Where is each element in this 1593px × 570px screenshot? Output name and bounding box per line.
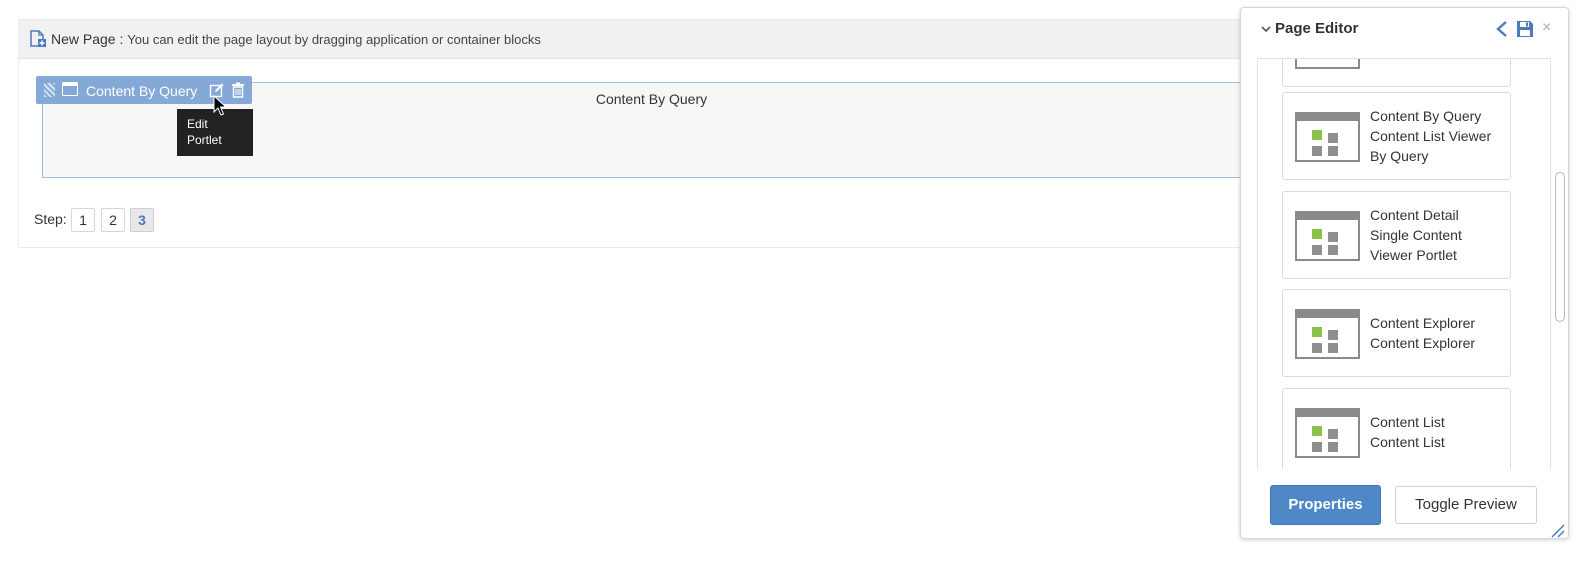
application-description: Content List Viewer [1370,128,1492,144]
application-label: Content Explorer Content Explorer [1370,290,1504,376]
application-name: Content By Query [1370,108,1482,124]
thumbnail-square [1328,343,1338,353]
scrollbar-thumb[interactable] [1555,172,1565,322]
drag-handle-icon[interactable] [44,83,55,97]
application-description: Viewer Portlet [1370,247,1457,263]
thumbnail-square [1328,146,1338,156]
thumbnail-square [1312,245,1322,255]
toggle-preview-button[interactable]: Toggle Preview [1395,486,1537,524]
application-name: Content Explorer [1370,315,1476,331]
page-header-text: New Page : You can edit the page layout … [51,31,541,47]
application-thumbnail-icon [1295,211,1360,261]
thumbnail-square [1312,327,1322,337]
delete-portlet-icon[interactable] [231,82,245,98]
application-description: By Query [1370,148,1429,164]
portlet-toolbar-label: Content By Query [86,83,198,99]
application-description: Content Explorer [1370,335,1476,351]
page-editor-header: Page Editor × [1241,8,1568,50]
thumbnail-square [1312,343,1322,353]
application-list-scrollbar[interactable] [1555,58,1567,469]
thumbnail-square [1328,133,1338,143]
application-thumbnail-icon [1295,59,1360,69]
application-label: Content List Content List [1370,389,1504,469]
thumbnail-square [1328,429,1338,439]
save-icon[interactable] [1516,20,1534,38]
step-button-2[interactable]: 2 [101,208,125,232]
mouse-cursor-icon [213,95,227,116]
step-label: Step: [34,211,67,227]
page-header: New Page : You can edit the page layout … [19,20,1259,59]
thumbnail-square [1328,245,1338,255]
back-arrow-icon[interactable] [1495,20,1509,38]
new-page-icon [30,30,46,47]
thumbnail-square [1312,442,1322,452]
resize-handle-icon[interactable] [1549,522,1565,538]
application-item-content-list[interactable]: Content List Content List [1282,388,1511,469]
thumbnail-square [1328,330,1338,340]
thumbnail-square [1312,426,1322,436]
tooltip-line-1: Edit [187,117,208,131]
application-thumbnail-icon [1295,309,1360,359]
window-dots-icon [1340,114,1356,127]
application-item-content-explorer[interactable]: Content Explorer Content Explorer [1282,289,1511,377]
application-label: Content By Query Content List Viewer By … [1370,93,1504,179]
thumbnail-square [1328,232,1338,242]
window-dots-icon [1340,213,1356,226]
step-button-1[interactable]: 1 [71,208,95,232]
thumbnail-square [1328,442,1338,452]
step-button-3[interactable]: 3 [130,208,154,232]
window-dots-icon [1340,311,1356,324]
application-thumbnail-icon [1295,408,1360,458]
window-dots-icon [1340,410,1356,423]
page-header-description: You can edit the page layout by dragging… [127,32,541,47]
header-separator: : [115,31,128,47]
page-editor-panel: Page Editor × Content By Query Content L… [1240,7,1569,539]
page-editor-title: Page Editor [1275,20,1359,37]
application-window-icon [62,82,78,96]
tooltip-line-2: Portlet [187,133,222,147]
application-name: Content Detail [1370,207,1459,223]
application-description: Single Content [1370,227,1462,243]
application-item-content-detail[interactable]: Content Detail Single Content Viewer Por… [1282,191,1511,279]
close-icon[interactable]: × [1542,19,1551,37]
page-title: New Page [51,31,116,47]
thumbnail-square [1312,229,1322,239]
application-thumbnail-icon [1295,112,1360,162]
page-layout-frame: New Page : You can edit the page layout … [18,19,1260,248]
thumbnail-square [1312,146,1322,156]
application-description: Content List [1370,434,1445,450]
application-name: Content List [1370,414,1445,430]
application-item-content-by-query[interactable]: Content By Query Content List Viewer By … [1282,92,1511,180]
application-item-partial[interactable] [1282,59,1511,87]
properties-button[interactable]: Properties [1270,485,1381,525]
application-list[interactable]: Content By Query Content List Viewer By … [1257,58,1551,469]
thumbnail-square [1312,130,1322,140]
chevron-down-icon[interactable] [1261,24,1271,34]
application-label: Content Detail Single Content Viewer Por… [1370,192,1504,278]
